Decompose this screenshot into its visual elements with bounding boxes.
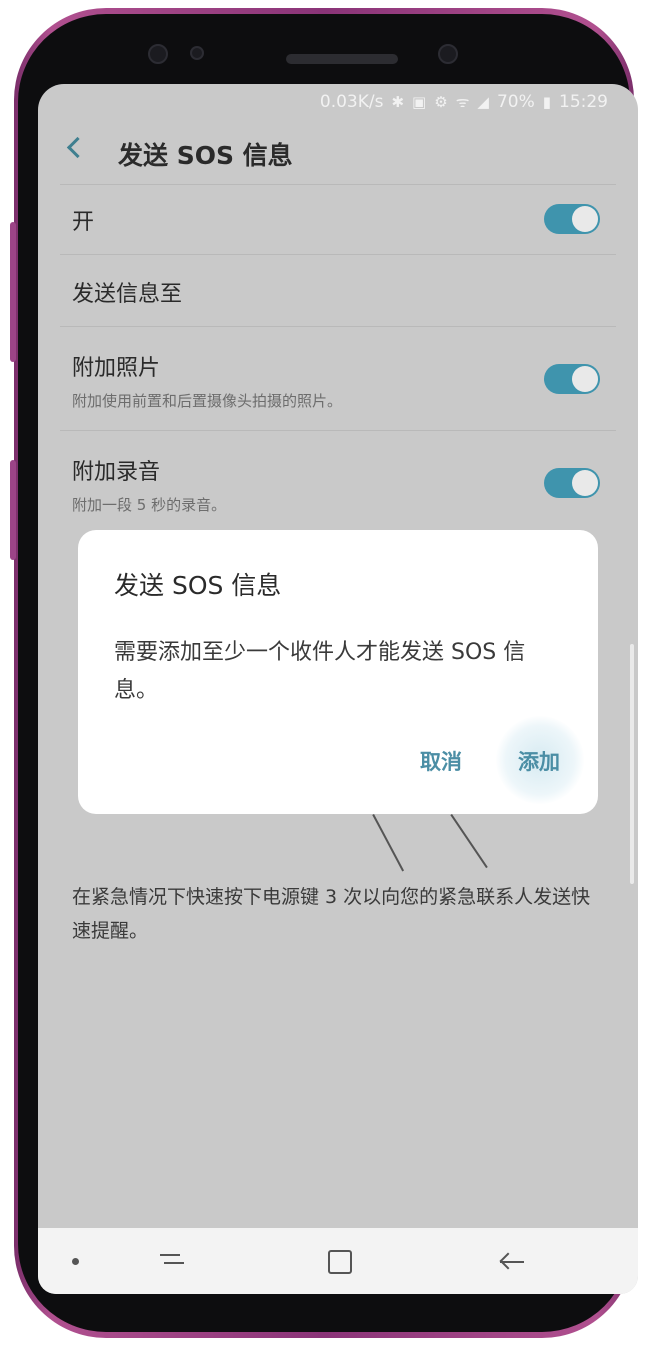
navigation-bar [38, 1228, 638, 1294]
dialog-message: 需要添加至少一个收件人才能发送 SOS 信息。 [114, 640, 526, 703]
divider [60, 326, 616, 327]
divider [60, 430, 616, 431]
earpiece-speaker [286, 54, 398, 64]
back-arrow-icon[interactable] [66, 136, 89, 159]
attach-audio-subtitle: 附加一段 5 秒的录音。 [72, 496, 227, 514]
nav-bar-dot-icon[interactable] [72, 1258, 79, 1265]
front-camera [148, 44, 168, 64]
divider [60, 184, 616, 185]
phone-frame: 0.03K/s ✱ ▣ ⚙ ᯤ ◢ 70% ▮ 15:29 发送 SOS 信息 … [10, 8, 638, 1338]
sync-icon: ⚙ [434, 93, 448, 111]
scrollbar[interactable] [630, 644, 634, 884]
signal-icon: ◢ [477, 93, 489, 111]
sos-dialog: 发送 SOS 信息 需要添加至少一个收件人才能发送 SOS 信息。 取消 添加 [78, 530, 598, 814]
attach-photo-subtitle: 附加使用前置和后置摄像头拍摄的照片。 [72, 392, 343, 410]
toggle-knob [572, 366, 598, 392]
status-bar: 0.03K/s ✱ ▣ ⚙ ᯤ ◢ 70% ▮ 15:29 [38, 84, 638, 122]
attach-audio-toggle[interactable] [544, 468, 600, 498]
attach-photo-title: 附加照片 [72, 356, 161, 381]
battery-icon: ▮ [542, 93, 551, 111]
sos-description: 在紧急情况下快速按下电源键 3 次以向您的紧急联系人发送快速提醒。 [72, 886, 591, 942]
attach-photo-toggle[interactable] [544, 364, 600, 394]
wifi-icon: ᯤ [455, 93, 470, 111]
illustration-line [372, 814, 405, 872]
setting-row-attach-photo[interactable]: 附加照片 附加使用前置和后置摄像头拍摄的照片。 [72, 350, 608, 411]
divider [60, 254, 616, 255]
cancel-button[interactable]: 取消 [420, 746, 462, 776]
recent-apps-icon[interactable] [160, 1248, 184, 1272]
dialog-title: 发送 SOS 信息 [114, 571, 282, 600]
battery-percent: 70% [496, 92, 535, 112]
app-bar: 发送 SOS 信息 [38, 122, 638, 184]
setting-row-attach-audio[interactable]: 附加录音 附加一段 5 秒的录音。 [72, 454, 608, 515]
volume-button [10, 222, 16, 362]
send-to-label: 发送信息至 [72, 282, 183, 307]
attach-audio-title: 附加录音 [72, 460, 161, 485]
bluetooth-icon: ✱ [391, 93, 405, 111]
toggle-knob [572, 206, 598, 232]
illustration-line [450, 814, 488, 869]
sensor-dot [190, 46, 204, 60]
clock: 15:29 [559, 92, 608, 112]
nfc-icon: ▣ [412, 93, 427, 111]
proximity-sensor [438, 44, 458, 64]
page-title: 发送 SOS 信息 [118, 141, 293, 170]
network-speed: 0.03K/s [319, 92, 384, 112]
home-icon[interactable] [328, 1250, 352, 1274]
screen: 0.03K/s ✱ ▣ ⚙ ᯤ ◢ 70% ▮ 15:29 发送 SOS 信息 … [38, 84, 638, 1294]
setting-row-send-to[interactable]: 发送信息至 [72, 276, 608, 308]
bixby-button [10, 460, 16, 560]
master-toggle[interactable] [544, 204, 600, 234]
phone-bezel: 0.03K/s ✱ ▣ ⚙ ᯤ ◢ 70% ▮ 15:29 发送 SOS 信息 … [18, 14, 638, 1332]
setting-row-on[interactable]: 开 [72, 204, 608, 236]
on-label: 开 [72, 210, 95, 235]
toggle-knob [572, 470, 598, 496]
add-button[interactable]: 添加 [518, 746, 560, 776]
nav-back-icon[interactable] [499, 1252, 528, 1272]
